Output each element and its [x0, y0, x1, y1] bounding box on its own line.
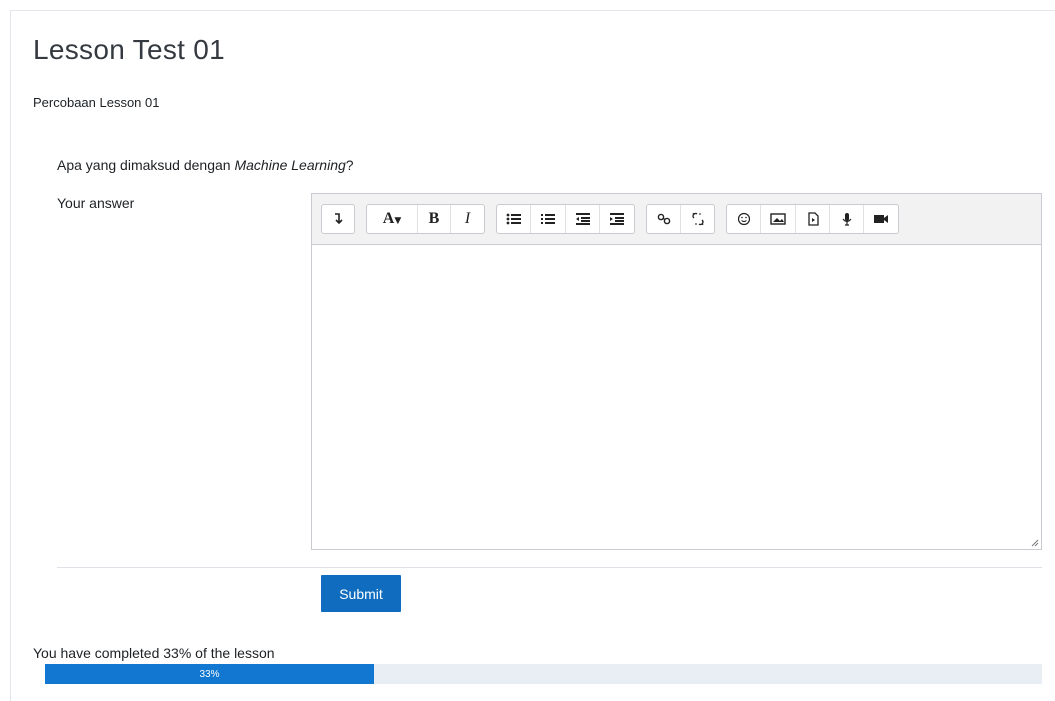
question-prefix: Apa yang dimaksud dengan — [57, 157, 235, 173]
progress-text: You have completed 33% of the lesson — [33, 645, 275, 661]
collapse-icon — [335, 213, 343, 225]
italic-icon: I — [464, 210, 471, 227]
resize-handle-icon[interactable] — [1029, 537, 1039, 547]
unlink-button[interactable] — [681, 205, 714, 233]
collapse-button[interactable] — [322, 205, 354, 233]
emoji-button[interactable] — [727, 205, 761, 233]
indent-icon — [610, 213, 624, 225]
lesson-description: Percobaan Lesson 01 — [33, 95, 160, 110]
editor-toolbar: A▼ B I — [312, 194, 1041, 245]
outdent-icon — [575, 213, 590, 225]
toolbar-group-format: A▼ B I — [366, 204, 485, 234]
toolbar-group-lists — [496, 204, 635, 234]
indent-button[interactable] — [600, 205, 634, 233]
record-video-icon — [874, 215, 888, 223]
image-icon — [770, 213, 786, 225]
unordered-list-icon — [506, 213, 521, 225]
answer-label: Your answer — [57, 195, 135, 211]
outdent-button[interactable] — [566, 205, 600, 233]
progress-bar-fill: 33% — [45, 664, 374, 684]
question-suffix: ? — [345, 157, 354, 173]
font-color-button[interactable]: A▼ — [367, 205, 418, 233]
question-emphasis: Machine Learning — [234, 157, 346, 173]
record-video-button[interactable] — [864, 205, 898, 233]
answer-editor: A▼ B I — [311, 193, 1042, 550]
font-color-icon: A▼ — [382, 210, 402, 227]
page-title: Lesson Test 01 — [33, 34, 226, 65]
media-button[interactable] — [796, 205, 830, 233]
media-icon — [807, 212, 819, 226]
record-audio-button[interactable] — [830, 205, 864, 233]
question-text: Apa yang dimaksud dengan Machine Learnin… — [57, 157, 354, 173]
image-button[interactable] — [761, 205, 796, 233]
emoji-icon — [737, 212, 750, 226]
toolbar-group-collapse — [321, 204, 355, 234]
form-divider — [57, 567, 1042, 568]
bold-icon: B — [428, 210, 440, 227]
toolbar-group-media — [726, 204, 899, 234]
unlink-icon — [691, 212, 704, 226]
ordered-list-button[interactable] — [531, 205, 566, 233]
unordered-list-button[interactable] — [497, 205, 531, 233]
toolbar-group-links — [646, 204, 715, 234]
bold-button[interactable]: B — [418, 205, 451, 233]
link-icon — [657, 213, 670, 225]
record-audio-icon — [842, 213, 851, 226]
link-button[interactable] — [647, 205, 681, 233]
ordered-list-icon — [541, 214, 555, 224]
progress-bar: 33% — [45, 664, 1042, 684]
italic-button[interactable]: I — [451, 205, 484, 233]
answer-text-area[interactable] — [312, 245, 1041, 549]
submit-button[interactable]: Submit — [321, 575, 401, 612]
